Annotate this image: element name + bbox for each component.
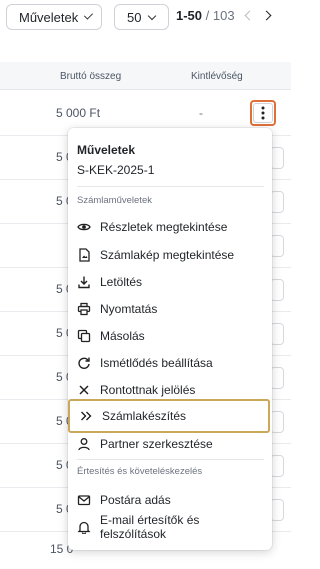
menu-item-label: Részletek megtekintése [100,220,228,234]
menu-item-postal[interactable]: Postára adás [72,489,268,511]
row-amount: 5 000 Ft [56,106,101,120]
menu-section-notify: Értesítés és követeléskezelés [77,466,203,477]
chevron-left-icon[interactable] [244,10,255,21]
menu-invoice-id: S-KEK-2025-1 [77,163,155,177]
row-outstanding: - [199,106,203,120]
row-actions-button[interactable] [270,411,284,433]
menu-divider [77,186,264,187]
menu-item-recurrence[interactable]: Ismétlődés beállítása [72,352,268,374]
menu-item-label: Rontottnak jelölés [100,383,196,397]
row-actions-button[interactable] [270,455,284,477]
menu-section-invoice: Számlaműveletek [77,195,152,206]
menu-divider [77,459,264,460]
menu-item-details[interactable]: Részletek megtekintése [72,216,268,238]
double-chevron-right-icon [79,409,93,423]
bell-icon [77,520,91,534]
copy-icon [77,329,91,343]
pagination-info: 1-50 / 103 [176,8,235,23]
menu-item-label: Számlakészítés [102,409,187,423]
row-actions-button[interactable] [270,323,284,345]
page-range: 1-50 [176,8,203,23]
row-actions-button[interactable] [270,279,284,301]
chevron-down-icon [84,10,94,20]
download-icon [77,275,91,289]
actions-menu: Műveletek S-KEK-2025-1 Számlaműveletek R… [68,128,272,550]
eye-icon [77,220,91,234]
chevron-right-icon[interactable] [261,10,272,21]
toolbar: Műveletek 50 1-50 / 103 [0,0,291,50]
menu-item-mark-void[interactable]: Rontottnak jelölés [72,379,268,401]
menu-title: Műveletek [77,143,136,157]
row-actions-button[interactable] [270,499,284,521]
actions-select-label: Műveletek [19,9,79,25]
chevron-down-icon [148,11,157,20]
row-actions-button[interactable] [250,100,276,126]
row-actions-button[interactable] [270,367,284,389]
table-header: Bruttó összeg Kintlévőség [0,62,291,90]
page-size-select[interactable]: 50 [114,4,169,30]
column-header-outstanding: Kintlévőség [191,71,243,82]
menu-item-download[interactable]: Letöltés [72,271,268,293]
menu-item-edit-partner[interactable]: Partner szerkesztése [72,433,268,455]
page-total: / 103 [205,8,235,23]
page-size-label: 50 [127,9,142,25]
menu-item-create-invoice[interactable]: Számlakészítés [68,399,270,433]
user-icon [77,437,91,451]
file-image-icon [77,248,91,262]
row-actions-button[interactable] [270,191,284,213]
printer-icon [77,302,91,316]
row-actions-button[interactable] [270,147,284,169]
menu-item-label: Partner szerkesztése [100,437,213,451]
menu-item-label: Számlakép megtekintése [100,248,235,262]
menu-item-label: Letöltés [100,275,143,289]
x-icon [77,383,91,397]
menu-item-label: Ismétlődés beállítása [100,356,213,370]
menu-item-copy[interactable]: Másolás [72,325,268,347]
actions-select[interactable]: Műveletek [6,4,102,30]
menu-item-label: E-mail értesítők és felszólítások [100,513,200,541]
menu-item-label: Másolás [100,329,145,343]
menu-item-label: Nyomtatás [100,302,158,316]
repeat-icon [77,356,91,370]
menu-item-email-reminders[interactable]: E-mail értesítők és felszólítások [72,513,268,541]
menu-item-invoice-image[interactable]: Számlakép megtekintése [72,244,268,266]
more-vertical-icon [253,103,273,123]
row-actions-button[interactable] [270,235,284,257]
envelope-icon [77,493,91,507]
column-header-gross: Bruttó összeg [60,71,122,82]
menu-item-print[interactable]: Nyomtatás [72,298,268,320]
menu-item-label: Postára adás [100,493,171,507]
